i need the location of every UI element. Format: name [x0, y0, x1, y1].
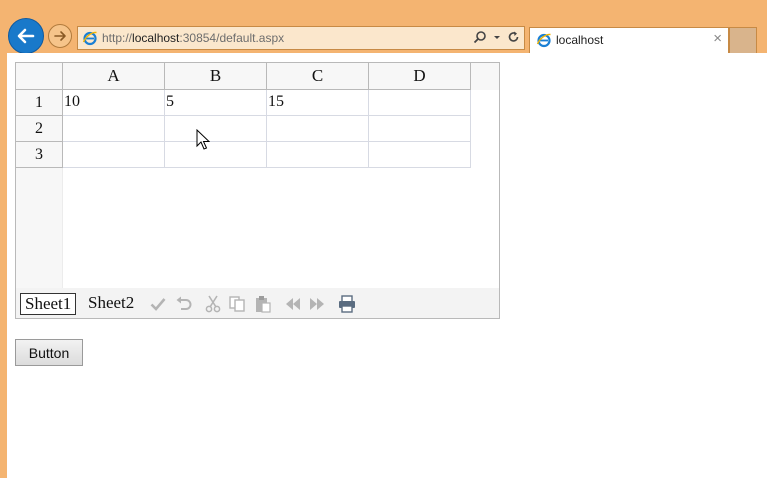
sheet-footer-toolbar: Sheet1 Sheet2	[16, 288, 499, 318]
select-all-corner[interactable]	[16, 63, 63, 90]
column-header-c[interactable]: C	[267, 63, 369, 90]
cell-c3[interactable]	[267, 142, 369, 168]
cell-b3[interactable]	[165, 142, 267, 168]
browser-chrome: http://localhost:30854/default.aspx loca…	[0, 0, 767, 56]
url-text: http://localhost:30854/default.aspx	[102, 31, 285, 45]
row-header-filler	[16, 168, 63, 288]
cell-c2[interactable]	[267, 116, 369, 142]
cell-a1[interactable]: 10	[63, 90, 165, 116]
row-header-2[interactable]: 2	[16, 116, 63, 142]
tab-close-icon[interactable]: ×	[713, 31, 722, 47]
next-sheet-icon[interactable]	[308, 295, 326, 313]
forward-button[interactable]	[48, 24, 72, 48]
column-header-d[interactable]: D	[369, 63, 471, 90]
print-icon[interactable]	[338, 295, 356, 313]
cell-b1[interactable]: 5	[165, 90, 267, 116]
column-header-a[interactable]: A	[63, 63, 165, 90]
refresh-icon[interactable]	[507, 30, 520, 44]
spreadsheet-control: A B C D 1 2 3 10 5 15 Sheet1 Sheet2	[15, 62, 500, 319]
back-arrow-icon	[17, 28, 35, 44]
cell-c1[interactable]: 15	[267, 90, 369, 116]
page-content: A B C D 1 2 3 10 5 15 Sheet1 Sheet2 Butt…	[7, 53, 767, 478]
undo-icon[interactable]	[175, 295, 193, 313]
previous-sheet-icon[interactable]	[284, 295, 302, 313]
address-bar[interactable]: http://localhost:30854/default.aspx	[77, 26, 525, 50]
row-header-3[interactable]: 3	[16, 142, 63, 168]
mouse-cursor-icon	[196, 129, 210, 150]
cell-a2[interactable]	[63, 116, 165, 142]
cell-d2[interactable]	[369, 116, 471, 142]
back-button[interactable]	[8, 18, 44, 54]
ie-logo-icon	[82, 31, 97, 46]
cell-b2[interactable]	[165, 116, 267, 142]
column-header-filler	[471, 63, 499, 90]
forward-arrow-icon	[54, 31, 66, 41]
dropdown-icon[interactable]	[493, 30, 501, 44]
cell-a3[interactable]	[63, 142, 165, 168]
sheet-tab-sheet1[interactable]: Sheet1	[20, 293, 77, 315]
sheet-tab-sheet2[interactable]: Sheet2	[84, 293, 138, 315]
copy-icon[interactable]	[228, 295, 246, 313]
search-icon[interactable]	[473, 30, 487, 44]
check-icon[interactable]	[149, 295, 167, 313]
cell-d1[interactable]	[369, 90, 471, 116]
ie-logo-icon	[536, 33, 551, 48]
cut-icon[interactable]	[204, 295, 222, 313]
submit-button[interactable]: Button	[15, 339, 83, 366]
tab-title: localhost	[556, 33, 604, 47]
paste-icon[interactable]	[254, 295, 272, 313]
browser-tab[interactable]: localhost ×	[529, 27, 729, 53]
new-tab-button[interactable]	[729, 27, 757, 53]
row-header-1[interactable]: 1	[16, 90, 63, 116]
cell-d3[interactable]	[369, 142, 471, 168]
column-header-b[interactable]: B	[165, 63, 267, 90]
